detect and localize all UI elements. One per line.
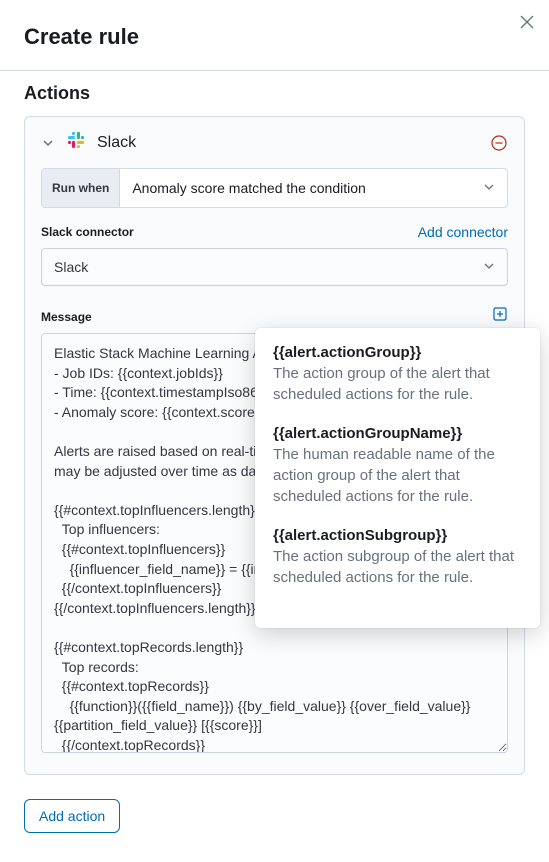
indexing-icon — [492, 306, 508, 322]
tooltip-item[interactable]: {{alert.actionSubgroup}} The action subg… — [273, 527, 520, 588]
variable-tooltip: {{alert.actionGroup}} The action group o… — [255, 328, 540, 628]
add-action-button[interactable]: Add action — [24, 799, 120, 833]
connector-field-label: Slack connector — [41, 225, 134, 239]
tooltip-item[interactable]: {{alert.actionGroupName}} The human read… — [273, 425, 520, 507]
tooltip-variable-name: {{alert.actionGroupName}} — [273, 425, 520, 442]
tooltip-variable-desc: The human readable name of the action gr… — [273, 444, 520, 507]
minus-circle-icon — [491, 135, 507, 151]
actions-section-title: Actions — [24, 83, 525, 104]
message-field-label: Message — [41, 310, 92, 324]
tooltip-item[interactable]: {{alert.actionGroup}} The action group o… — [273, 344, 520, 405]
run-when-value: Anomaly score matched the condition — [132, 180, 365, 196]
add-variable-button[interactable] — [492, 306, 508, 327]
chevron-down-icon — [483, 180, 495, 196]
run-when-label: Run when — [42, 169, 120, 207]
tooltip-variable-name: {{alert.actionSubgroup}} — [273, 527, 520, 544]
remove-action-button[interactable] — [490, 134, 508, 152]
message-label-row: Message — [41, 306, 508, 327]
run-when-row: Run when Anomaly score matched the condi… — [41, 168, 508, 208]
chevron-down-icon — [483, 259, 495, 275]
add-connector-link[interactable]: Add connector — [418, 224, 508, 240]
action-card-header[interactable]: Slack — [25, 117, 524, 168]
run-when-select[interactable]: Anomaly score matched the condition — [120, 169, 507, 207]
tooltip-variable-desc: The action subgroup of the alert that sc… — [273, 546, 520, 588]
actions-section: Actions — [0, 71, 549, 108]
action-name: Slack — [97, 134, 478, 152]
page-title: Create rule — [24, 24, 525, 50]
chevron-down-icon[interactable] — [41, 136, 55, 150]
close-button[interactable] — [517, 12, 537, 32]
connector-select[interactable]: Slack — [41, 248, 508, 286]
close-icon — [520, 15, 534, 29]
slack-icon — [67, 131, 85, 154]
tooltip-variable-name: {{alert.actionGroup}} — [273, 344, 520, 361]
connector-label-row: Slack connector Add connector — [41, 224, 508, 240]
tooltip-variable-desc: The action group of the alert that sched… — [273, 363, 520, 405]
modal-header: Create rule — [0, 0, 549, 71]
connector-value: Slack — [54, 259, 88, 275]
